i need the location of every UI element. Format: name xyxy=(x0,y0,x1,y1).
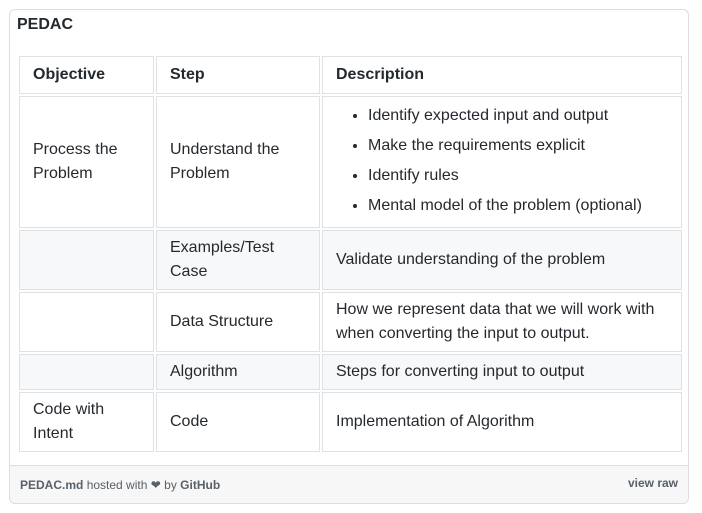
column-header-step: Step xyxy=(156,56,320,94)
github-link[interactable]: GitHub xyxy=(180,478,220,492)
objective-cell xyxy=(19,292,154,352)
description-cell: How we represent data that we will work … xyxy=(322,292,682,352)
page-title: PEDAC xyxy=(17,16,74,33)
description-cell: Validate understanding of the problem xyxy=(322,230,682,290)
view-raw-link[interactable]: view raw xyxy=(628,476,678,490)
step-cell: Algorithm xyxy=(156,354,320,390)
list-item: Make the requirements explicit xyxy=(368,134,668,158)
table-row: Algorithm Steps for converting input to … xyxy=(19,354,682,390)
by-text: by xyxy=(164,478,177,492)
objective-cell xyxy=(19,354,154,390)
gist-filename-link[interactable]: PEDAC.md xyxy=(20,478,83,492)
objective-cell xyxy=(19,230,154,290)
gist-embed: PEDAC Objective Step Description Process… xyxy=(9,9,689,504)
column-header-description: Description xyxy=(322,56,682,94)
gist-meta-info: PEDAC.md hosted with ❤ by GitHub xyxy=(20,478,220,492)
list-item: Mental model of the problem (optional) xyxy=(368,194,668,218)
step-cell: Code xyxy=(156,392,320,452)
table-row: Examples/Test Case Validate understandin… xyxy=(19,230,682,290)
step-cell: Data Structure xyxy=(156,292,320,352)
heart-icon: ❤ xyxy=(150,478,161,492)
description-cell: Identify expected input and output Make … xyxy=(322,96,682,228)
description-cell: Implementation of Algorithm xyxy=(322,392,682,452)
table-row: Process the Problem Understand the Probl… xyxy=(19,96,682,228)
column-header-objective: Objective xyxy=(19,56,154,94)
hosted-with-text: hosted with xyxy=(86,478,148,492)
step-cell: Understand the Problem xyxy=(156,96,320,228)
list-item: Identify expected input and output xyxy=(368,104,668,128)
gist-footer: PEDAC.md hosted with ❤ by GitHub view ra… xyxy=(10,465,688,503)
description-bullet-list: Identify expected input and output Make … xyxy=(336,104,668,218)
table-header-row: Objective Step Description xyxy=(19,56,682,94)
list-item: Identify rules xyxy=(368,164,668,188)
description-cell: Steps for converting input to output xyxy=(322,354,682,390)
objective-cell: Process the Problem xyxy=(19,96,154,228)
table-row: Data Structure How we represent data tha… xyxy=(19,292,682,352)
objective-cell: Code with Intent xyxy=(19,392,154,452)
pedac-table: Objective Step Description Process the P… xyxy=(17,54,684,454)
table-row: Code with Intent Code Implementation of … xyxy=(19,392,682,452)
step-cell: Examples/Test Case xyxy=(156,230,320,290)
